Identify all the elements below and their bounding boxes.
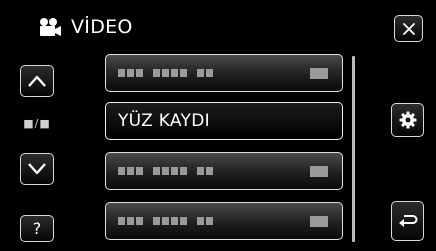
menu-item-label: YÜZ KAYDI [118,111,210,131]
chevron-up-icon [27,74,47,88]
scroll-up-button[interactable] [20,65,54,97]
chevron-down-icon [27,162,47,176]
menu-item[interactable] [105,54,343,92]
help-button[interactable]: ? [20,215,54,242]
page-title: VİDEO [71,16,133,38]
menu-item[interactable] [105,202,343,240]
help-label: ? [32,219,42,238]
settings-button[interactable] [391,103,424,137]
gear-icon [399,111,417,129]
header: VİDEO [38,12,133,42]
scroll-down-button[interactable] [20,153,54,185]
menu-item-face-registration[interactable]: YÜZ KAYDI [105,102,343,140]
placeholder-text [118,217,215,225]
video-camera-icon [38,17,62,37]
page-indicator: ■/■ [23,117,51,130]
close-button[interactable] [394,15,423,42]
menu-item[interactable] [105,152,343,190]
placeholder-text [118,69,215,77]
back-button[interactable] [391,201,424,241]
scrollbar[interactable] [352,56,355,242]
close-icon [402,22,416,36]
placeholder-text [118,167,215,175]
return-icon [398,212,418,230]
